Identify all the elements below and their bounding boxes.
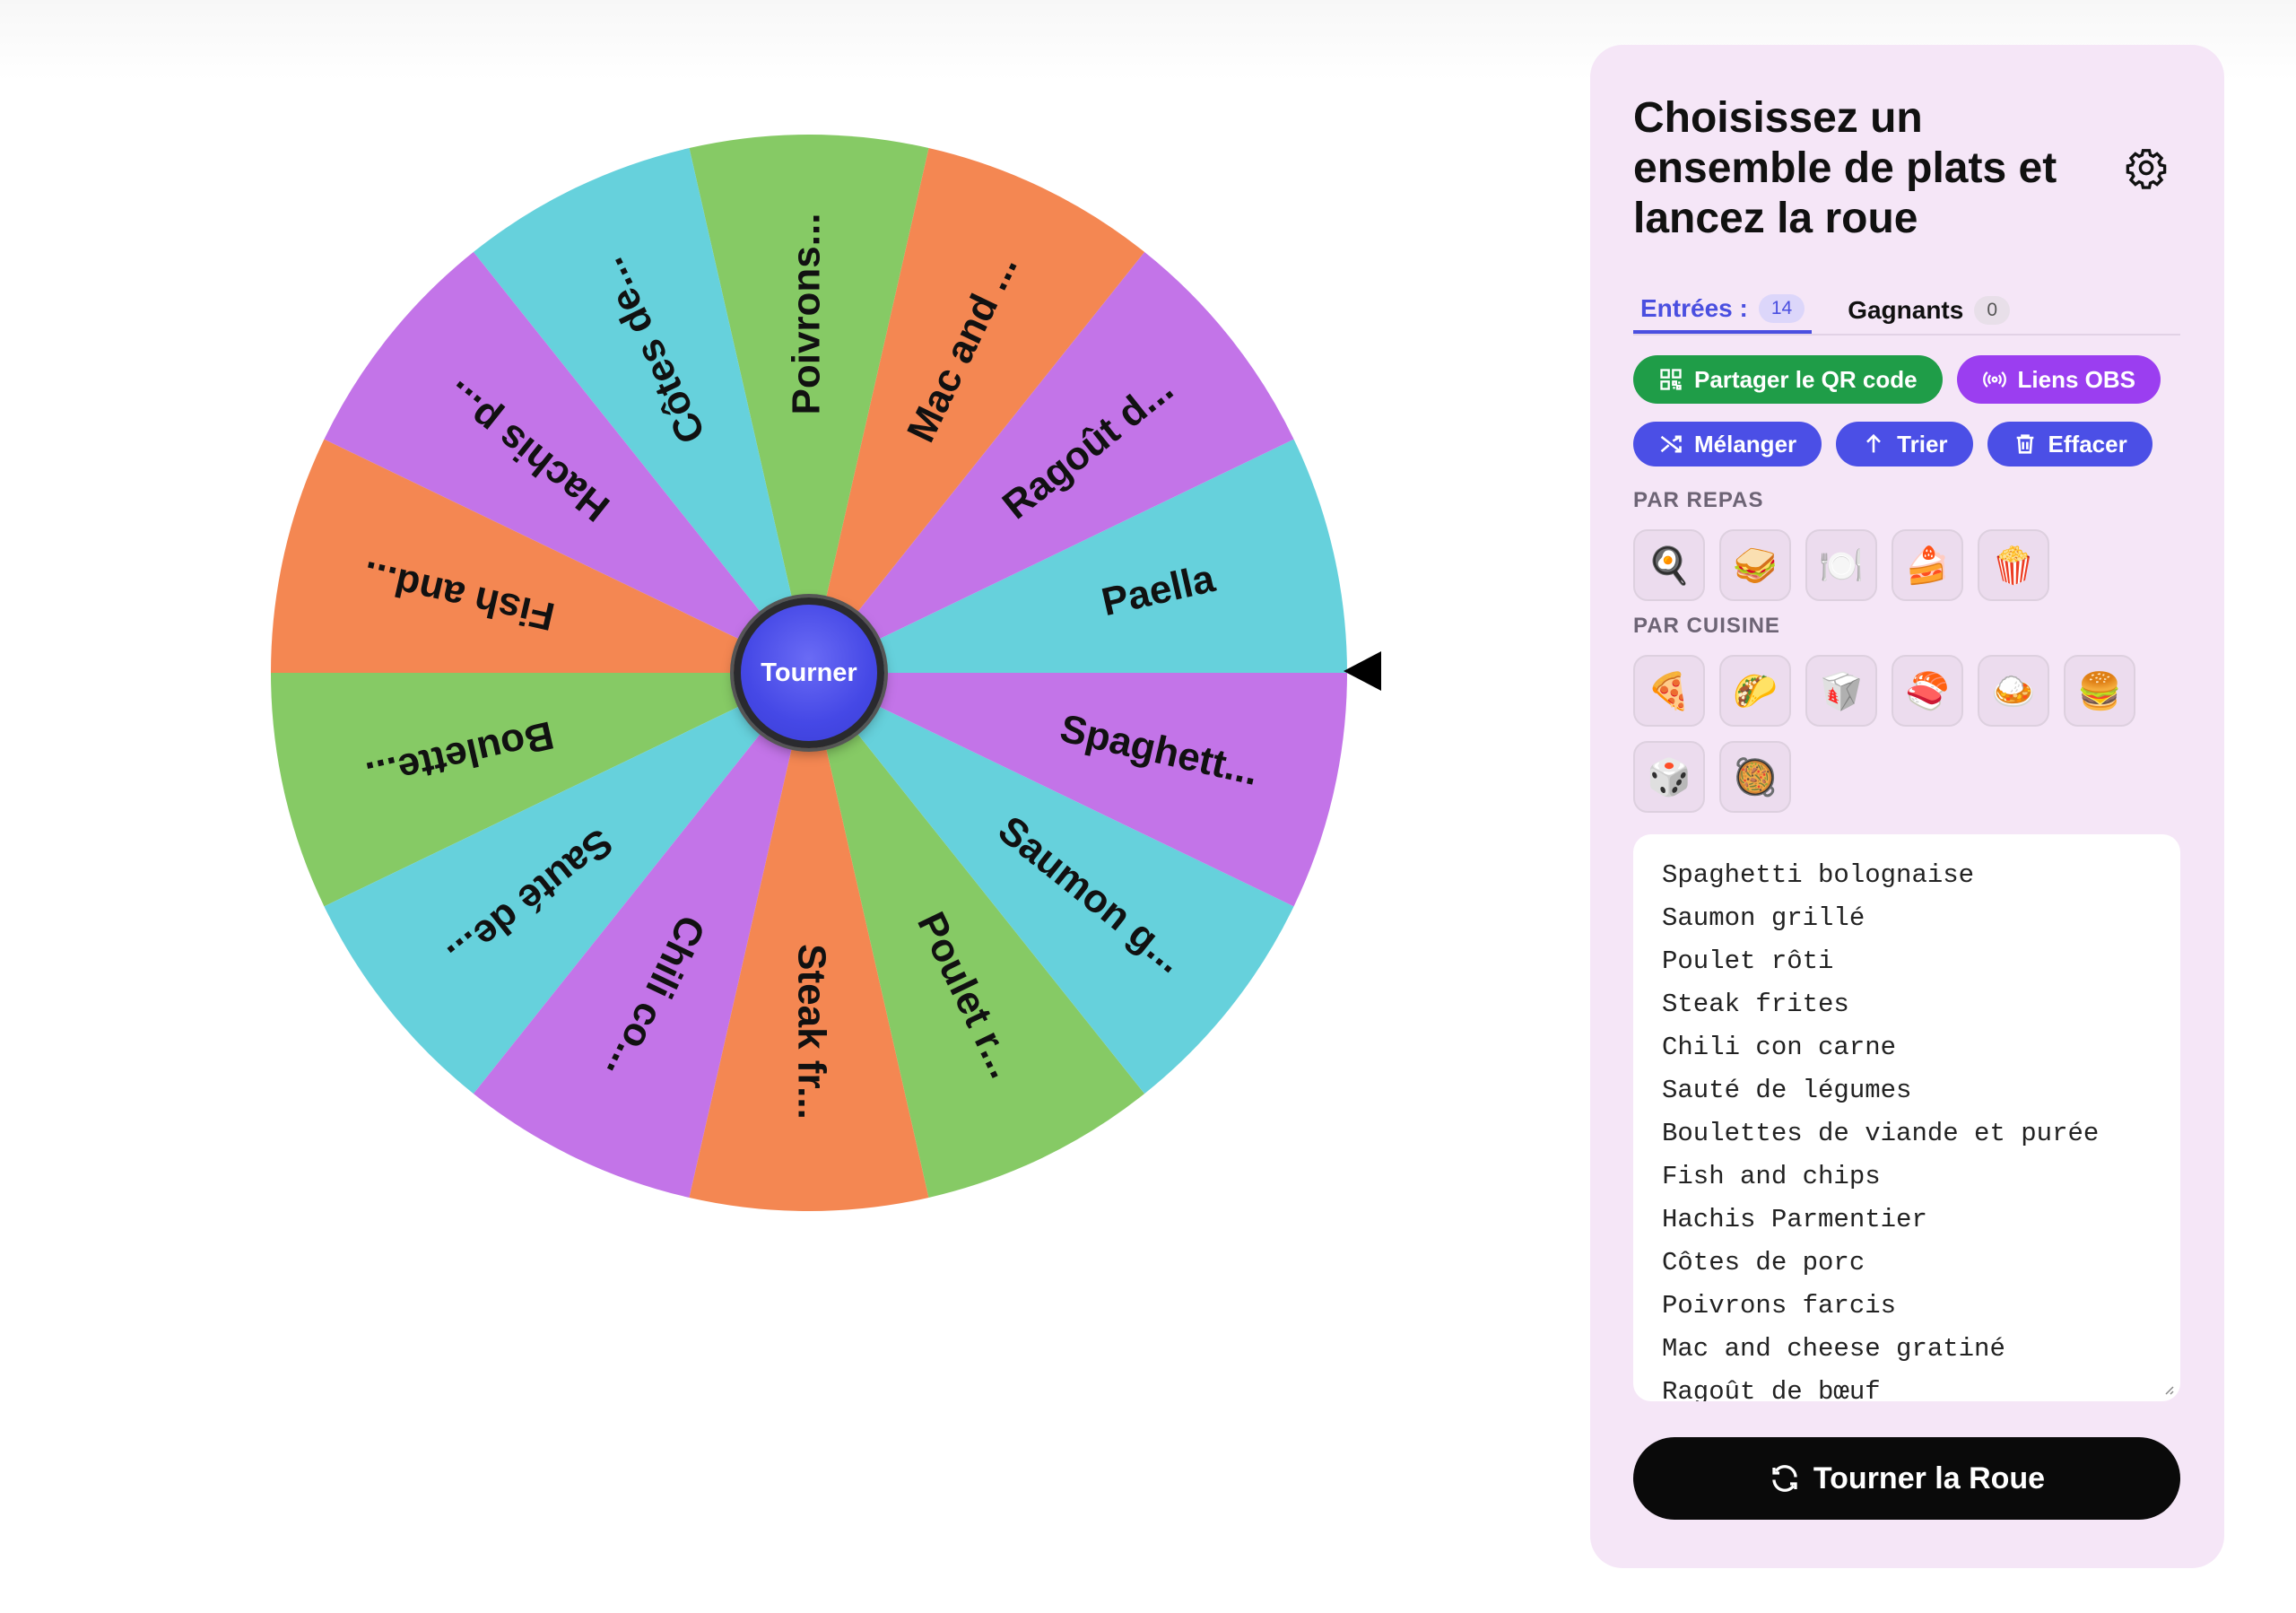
meal-preset-button[interactable]: 🍰: [1892, 529, 1963, 601]
obs-links-button[interactable]: Liens OBS: [1956, 355, 2161, 404]
arrow-up-icon: [1866, 433, 1882, 453]
panel-title: Choisissez un ensemble de plats et lance…: [1633, 94, 2057, 242]
meal-preset-button[interactable]: 🥪: [1719, 529, 1791, 601]
by-cuisine-presets: 🍕 🌮 🥡 🍣 🍛 🍔 🎲 🥘: [1633, 655, 2180, 813]
wheel-segment-label: Poivrons...: [785, 214, 829, 415]
entries-textarea[interactable]: Spaghetti bolognaise Saumon grillé Poulet …: [1633, 834, 2180, 1401]
winners-count-badge: 0: [1974, 296, 2011, 325]
wheel-segment-label: Steak fr...: [789, 944, 833, 1120]
spin-wheel-button[interactable]: Tourner la Roue: [1633, 1437, 2180, 1520]
tab-winners-label: Gagnants: [1848, 296, 1964, 324]
entry-line: Côtes de porc: [1662, 1248, 1866, 1277]
shuffle-button[interactable]: Mélanger: [1633, 422, 1822, 466]
wheel-pointer-icon: [1344, 651, 1381, 691]
broadcast-icon: [1982, 371, 2006, 388]
entry-line: Saumon grillé: [1662, 903, 1866, 933]
entry-line: Poivrons farcis: [1662, 1291, 1897, 1321]
gear-icon[interactable]: [2124, 145, 2169, 190]
entry-line: Steak frites: [1662, 990, 1849, 1019]
entry-line: Poulet rôti: [1662, 946, 1834, 976]
by-meal-section-label: PAR REPAS: [1633, 488, 1764, 512]
clear-label: Effacer: [2048, 430, 2127, 458]
share-qr-code-label: Partager le QR code: [1694, 365, 1918, 393]
share-button-row: Partager le QR code Liens OBS: [1633, 355, 2161, 404]
tab-entries-label: Entrées :: [1640, 294, 1748, 322]
clear-button[interactable]: Effacer: [1987, 422, 2152, 466]
cuisine-preset-button[interactable]: 🥡: [1805, 655, 1877, 727]
resize-handle-icon[interactable]: [2161, 1382, 2175, 1396]
share-qr-code-button[interactable]: Partager le QR code: [1633, 355, 1943, 404]
by-meal-presets: 🍳 🥪 🍽️ 🍰 🍿: [1633, 529, 2180, 601]
qr-code-icon: [1660, 369, 1682, 390]
entries-count-badge: 14: [1758, 294, 1805, 323]
cuisine-preset-button[interactable]: 🍕: [1633, 655, 1705, 727]
entry-line: Sauté de légumes: [1662, 1076, 1912, 1105]
cuisine-preset-button[interactable]: 🎲: [1633, 741, 1705, 813]
meal-preset-button[interactable]: 🍿: [1978, 529, 2049, 601]
entry-line: Mac and cheese gratiné: [1662, 1334, 2005, 1364]
cuisine-preset-button[interactable]: 🍣: [1892, 655, 1963, 727]
cuisine-preset-button[interactable]: 🍔: [2064, 655, 2135, 727]
spin-wheel-label: Tourner la Roue: [1813, 1460, 2046, 1495]
sort-button[interactable]: Trier: [1836, 422, 1973, 466]
sort-label: Trier: [1897, 430, 1948, 458]
shuffle-label: Mélanger: [1694, 430, 1797, 458]
meal-preset-button[interactable]: 🍳: [1633, 529, 1705, 601]
tab-winners[interactable]: Gagnants 0: [1848, 287, 2011, 334]
tab-bar: Entrées : 14 Gagnants 0: [1633, 287, 2180, 336]
shuffle-icon: [1660, 435, 1682, 453]
wheel[interactable]: PaellaRagoût d...Mac and ...Poivrons...C…: [0, 0, 1525, 1613]
wheel-spin-center-button[interactable]: Tourner: [734, 597, 884, 748]
entry-line: Hachis Parmentier: [1662, 1205, 1927, 1234]
entries-list: Spaghetti bolognaise Saumon grillé Poulet …: [1662, 854, 2152, 1401]
cuisine-preset-button[interactable]: 🍛: [1978, 655, 2049, 727]
cuisine-preset-button[interactable]: 🥘: [1719, 741, 1791, 813]
trash-icon: [2016, 434, 2033, 454]
action-button-row: Mélanger Trier Effacer: [1633, 422, 2152, 466]
side-panel: Choisissez un ensemble de plats et lance…: [1590, 45, 2224, 1568]
refresh-icon: [1772, 1465, 1797, 1492]
entry-line: Ragoût de bœuf: [1662, 1377, 1881, 1401]
wheel-area: Paella Ragoût d... Mac and ... Poivrons... C…: [0, 0, 1525, 1613]
cuisine-preset-button[interactable]: 🌮: [1719, 655, 1791, 727]
meal-preset-button[interactable]: 🍽️: [1805, 529, 1877, 601]
tab-entries[interactable]: Entrées : 14: [1633, 287, 1813, 334]
entry-line: Fish and chips: [1662, 1162, 1881, 1191]
by-cuisine-section-label: PAR CUISINE: [1633, 614, 1780, 638]
obs-links-label: Liens OBS: [2017, 365, 2136, 393]
entry-line: Boulettes de viande et purée: [1662, 1119, 2100, 1148]
entry-line: Chili con carne: [1662, 1033, 1897, 1062]
entry-line: Spaghetti bolognaise: [1662, 860, 1975, 890]
